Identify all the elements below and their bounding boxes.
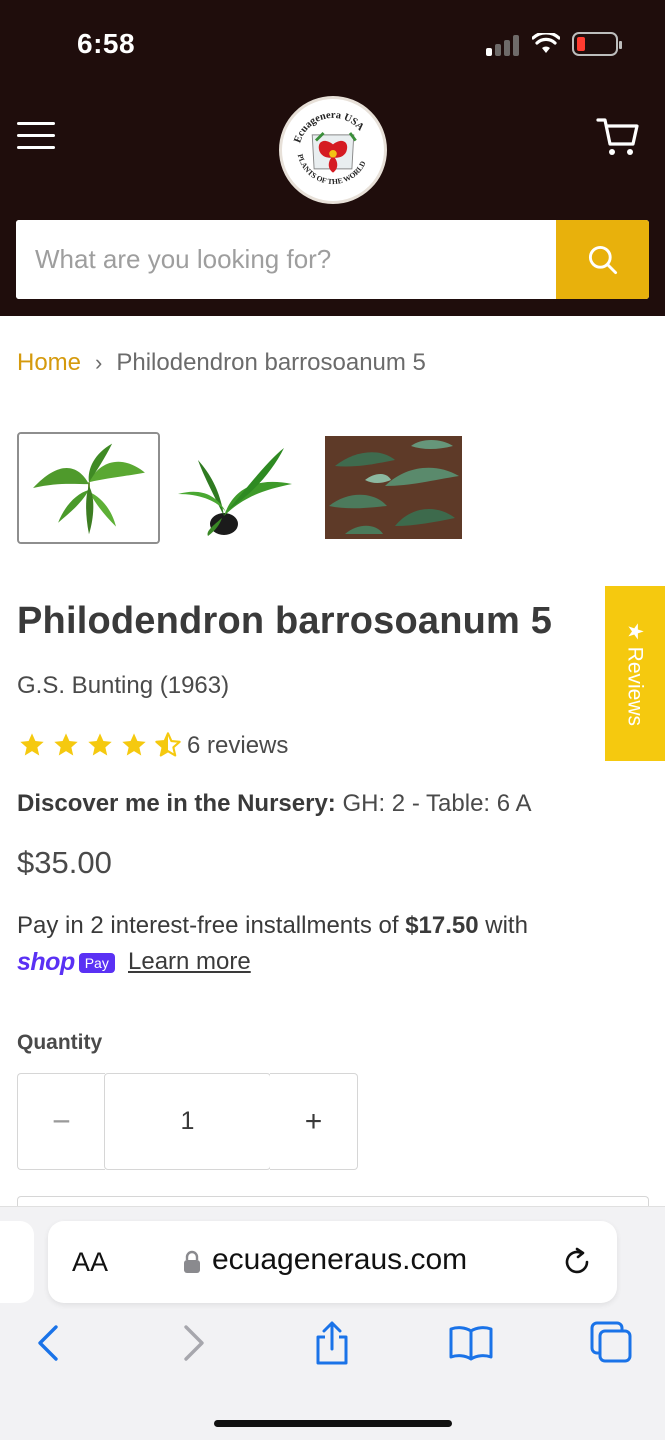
search-button[interactable] (556, 220, 649, 299)
product-thumbnail-2[interactable] (172, 432, 308, 544)
breadcrumb-separator: › (95, 350, 103, 375)
plant-photo-1 (19, 434, 158, 542)
url-domain: ecuageneraus.com (212, 1243, 468, 1276)
star-full-icon (122, 733, 146, 756)
quantity-increase-button[interactable]: + (270, 1073, 358, 1170)
breadcrumb-home-link[interactable]: Home (17, 349, 81, 376)
forward-icon[interactable] (168, 1319, 216, 1367)
hamburger-icon[interactable] (17, 120, 55, 152)
nursery-label: Discover me in the Nursery: (17, 790, 336, 817)
plant-photo-2 (172, 432, 308, 544)
star-full-icon (54, 733, 78, 756)
cart-icon[interactable] (595, 114, 641, 160)
nursery-value: GH: 2 - Table: 6 A (342, 790, 532, 817)
product-author: G.S. Bunting (1963) (17, 672, 230, 699)
top-header: 6:58 Ecuagenera USA PLANTS OF THE WORLD (0, 0, 665, 316)
site-logo[interactable]: Ecuagenera USA PLANTS OF THE WORLD (279, 96, 387, 204)
reviews-count-link[interactable]: 6 reviews (187, 732, 288, 760)
lock-icon (184, 1250, 200, 1273)
home-indicator (214, 1420, 452, 1427)
installments-text: Pay in 2 interest-free installments of $… (17, 912, 528, 940)
search-bar (16, 220, 649, 299)
product-thumbnail-1[interactable] (17, 432, 160, 544)
shop-pay-logo: shop Pay (17, 948, 115, 977)
installments-post: with (485, 912, 528, 939)
back-icon[interactable] (26, 1319, 74, 1367)
signal-icon (486, 34, 520, 56)
address-bar[interactable]: AA ecuageneraus.com (48, 1221, 617, 1303)
search-icon (588, 245, 617, 274)
learn-more-link[interactable]: Learn more (128, 948, 251, 976)
star-full-icon (20, 733, 44, 756)
reader-options-button[interactable]: AA (72, 1247, 108, 1278)
shop-pay-badge: Pay (78, 952, 115, 973)
rating-stars[interactable] (17, 731, 187, 759)
quantity-input[interactable] (104, 1073, 271, 1170)
shop-pay-shop: shop (17, 948, 75, 976)
product-price: $35.00 (17, 845, 112, 880)
breadcrumb-current: Philodendron barrosoanum 5 (116, 349, 426, 376)
browser-toolbar: AA ecuageneraus.com (0, 1206, 665, 1440)
reload-icon[interactable] (560, 1245, 594, 1279)
star-half-icon (155, 732, 181, 757)
share-icon[interactable] (308, 1319, 356, 1367)
tabs-icon[interactable] (588, 1319, 636, 1367)
installments-amount: $17.50 (405, 912, 479, 939)
reviews-tab-label: ★ Reviews (623, 621, 647, 726)
wifi-icon (532, 33, 560, 53)
status-time: 6:58 (77, 28, 136, 59)
product-title: Philodendron barrosoanum 5 (17, 600, 553, 642)
bookmarks-icon[interactable] (447, 1319, 495, 1367)
quantity-label: Quantity (17, 1031, 103, 1054)
quantity-decrease-button[interactable]: − (17, 1073, 105, 1170)
product-thumbnail-3[interactable] (325, 436, 462, 539)
battery-low-icon (572, 32, 622, 56)
reviews-side-tab[interactable]: ★ Reviews (605, 586, 665, 761)
search-input[interactable] (16, 220, 556, 299)
previous-tab-preview[interactable] (0, 1221, 34, 1303)
plant-photo-3 (325, 436, 462, 539)
installments-pre: Pay in 2 interest-free installments of (17, 912, 399, 939)
breadcrumb: Home › Philodendron barrosoanum 5 (17, 349, 426, 377)
nursery-location: Discover me in the Nursery: GH: 2 - Tabl… (17, 790, 531, 818)
star-full-icon (88, 733, 112, 756)
